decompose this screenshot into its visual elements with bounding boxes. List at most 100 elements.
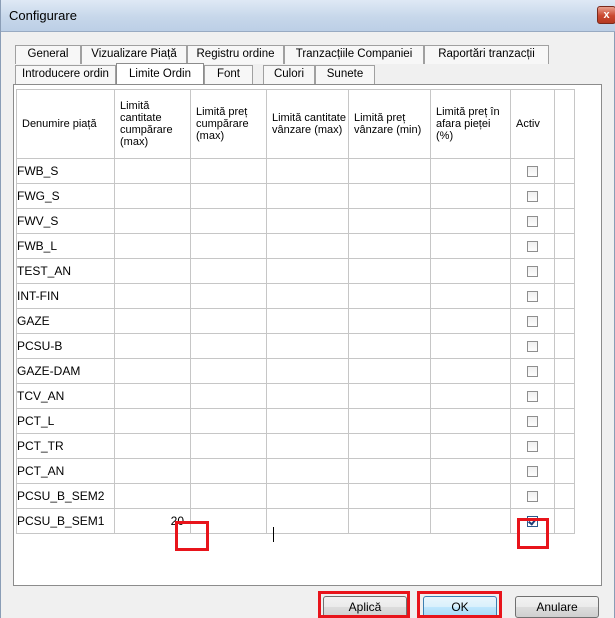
out-of-market-cell[interactable]	[430, 358, 511, 384]
tab-company-trades[interactable]: Tranzacțiile Companiei	[284, 45, 424, 64]
ok-button[interactable]: OK	[423, 596, 497, 618]
header-sell-qty-limit[interactable]: Limită cantitate vânzare (max)	[266, 89, 349, 159]
sell-qty-cell[interactable]	[266, 408, 349, 434]
buy-price-cell[interactable]	[190, 508, 267, 534]
out-of-market-cell[interactable]	[430, 458, 511, 484]
sell-qty-cell[interactable]	[266, 483, 349, 509]
active-checkbox[interactable]	[527, 416, 538, 428]
table-row[interactable]: INT-FIN	[16, 283, 575, 309]
active-checkbox[interactable]	[527, 216, 538, 228]
out-of-market-cell[interactable]	[430, 258, 511, 284]
buy-price-cell[interactable]	[190, 208, 267, 234]
buy-qty-cell[interactable]	[114, 458, 191, 484]
table-row[interactable]: GAZE	[16, 308, 575, 334]
buy-qty-cell[interactable]	[114, 483, 191, 509]
sell-qty-cell[interactable]	[266, 333, 349, 359]
table-row[interactable]: PCT_TR	[16, 433, 575, 459]
buy-qty-cell[interactable]: 20	[114, 508, 191, 534]
table-row[interactable]: FWB_L	[16, 233, 575, 259]
sell-price-cell[interactable]	[348, 183, 431, 209]
header-out-of-market-limit[interactable]: Limită preț în afara pieței (%)	[430, 89, 511, 159]
buy-price-cell[interactable]	[190, 333, 267, 359]
sell-price-cell[interactable]	[348, 308, 431, 334]
buy-price-cell[interactable]	[190, 308, 267, 334]
sell-price-cell[interactable]	[348, 358, 431, 384]
active-checkbox[interactable]	[527, 266, 538, 278]
active-checkbox[interactable]	[527, 291, 538, 303]
sell-qty-cell[interactable]	[266, 208, 349, 234]
out-of-market-cell[interactable]	[430, 308, 511, 334]
sell-price-cell[interactable]	[348, 483, 431, 509]
table-row[interactable]: PCSU_B_SEM1 20	[16, 508, 575, 534]
out-of-market-cell[interactable]	[430, 408, 511, 434]
buy-price-cell[interactable]	[190, 258, 267, 284]
table-row[interactable]: PCT_L	[16, 408, 575, 434]
tab-order-entry[interactable]: Introducere ordin	[15, 65, 116, 84]
table-row[interactable]: PCSU-B	[16, 333, 575, 359]
tab-colors[interactable]: Culori	[263, 65, 315, 84]
tab-order-limits[interactable]: Limite Ordin	[116, 63, 204, 84]
tab-market-view[interactable]: Vizualizare Piață	[81, 45, 187, 64]
out-of-market-cell[interactable]	[430, 333, 511, 359]
apply-button[interactable]: Aplică	[323, 596, 407, 618]
sell-price-cell[interactable]	[348, 408, 431, 434]
sell-price-cell[interactable]	[348, 383, 431, 409]
active-checkbox[interactable]	[527, 391, 538, 403]
table-row[interactable]: GAZE-DAM	[16, 358, 575, 384]
buy-price-cell[interactable]	[190, 483, 267, 509]
header-buy-price-limit[interactable]: Limită preț cumpărare (max)	[190, 89, 267, 159]
sell-qty-cell[interactable]	[266, 308, 349, 334]
buy-qty-cell[interactable]	[114, 358, 191, 384]
sell-qty-cell[interactable]	[266, 183, 349, 209]
buy-price-cell[interactable]	[190, 358, 267, 384]
sell-price-cell[interactable]	[348, 508, 431, 534]
out-of-market-cell[interactable]	[430, 208, 511, 234]
out-of-market-cell[interactable]	[430, 508, 511, 534]
sell-qty-cell[interactable]	[266, 158, 349, 184]
table-row[interactable]: FWV_S	[16, 208, 575, 234]
table-row[interactable]: PCT_AN	[16, 458, 575, 484]
cancel-button[interactable]: Anulare	[515, 596, 599, 618]
active-checkbox[interactable]	[527, 366, 538, 378]
table-row[interactable]: PCSU_B_SEM2	[16, 483, 575, 509]
table-row[interactable]: TEST_AN	[16, 258, 575, 284]
buy-price-cell[interactable]	[190, 433, 267, 459]
sell-qty-cell[interactable]	[266, 258, 349, 284]
tab-trade-reports[interactable]: Raportări tranzacții	[424, 45, 549, 64]
tab-sounds[interactable]: Sunete	[315, 65, 375, 84]
active-checkbox[interactable]	[527, 191, 538, 203]
active-checkbox[interactable]	[527, 491, 538, 503]
sell-qty-cell[interactable]	[266, 358, 349, 384]
table-row[interactable]: FWB_S	[16, 158, 575, 184]
buy-qty-cell[interactable]	[114, 408, 191, 434]
buy-qty-cell[interactable]	[114, 208, 191, 234]
sell-price-cell[interactable]	[348, 233, 431, 259]
out-of-market-cell[interactable]	[430, 158, 511, 184]
sell-qty-cell[interactable]	[266, 283, 349, 309]
buy-qty-cell[interactable]	[114, 433, 191, 459]
buy-qty-cell[interactable]	[114, 333, 191, 359]
table-row[interactable]: TCV_AN	[16, 383, 575, 409]
buy-qty-cell[interactable]	[114, 233, 191, 259]
tab-order-book[interactable]: Registru ordine	[187, 45, 284, 64]
buy-price-cell[interactable]	[190, 383, 267, 409]
active-checkbox[interactable]	[527, 341, 538, 353]
title-bar[interactable]: Configurare	[1, 0, 615, 32]
active-checkbox[interactable]	[527, 316, 538, 328]
sell-price-cell[interactable]	[348, 458, 431, 484]
out-of-market-cell[interactable]	[430, 433, 511, 459]
out-of-market-cell[interactable]	[430, 283, 511, 309]
buy-qty-cell[interactable]	[114, 383, 191, 409]
sell-price-cell[interactable]	[348, 283, 431, 309]
tab-general[interactable]: General	[15, 45, 81, 64]
buy-qty-cell[interactable]	[114, 158, 191, 184]
sell-qty-cell[interactable]	[266, 458, 349, 484]
out-of-market-cell[interactable]	[430, 233, 511, 259]
buy-price-cell[interactable]	[190, 458, 267, 484]
buy-price-cell[interactable]	[190, 233, 267, 259]
close-button[interactable]: x	[597, 6, 615, 24]
sell-price-cell[interactable]	[348, 208, 431, 234]
buy-qty-cell[interactable]	[114, 183, 191, 209]
buy-price-cell[interactable]	[190, 158, 267, 184]
out-of-market-cell[interactable]	[430, 383, 511, 409]
